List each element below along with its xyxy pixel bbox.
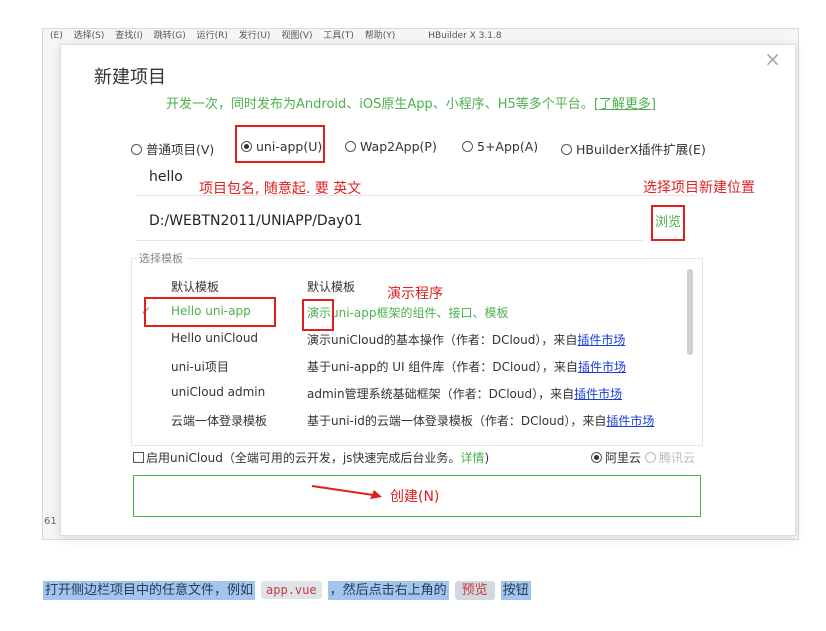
demo-annotation: 演示程序 bbox=[387, 286, 443, 302]
menu-item-select[interactable]: 选择(S) bbox=[74, 28, 105, 41]
close-icon[interactable]: × bbox=[764, 49, 781, 69]
plugin-market-link[interactable]: 插件市场 bbox=[577, 333, 625, 347]
arrow-icon bbox=[311, 485, 382, 499]
template-row[interactable]: uniCloud admin admin管理系统基础框架（作者：DCloud），… bbox=[141, 385, 701, 405]
learn-more-link[interactable]: [了解更多] bbox=[594, 97, 656, 112]
menu-item-edit[interactable]: (E) bbox=[50, 31, 63, 41]
menu-item-goto[interactable]: 跳转(G) bbox=[154, 28, 186, 41]
template-row[interactable]: 云端一体登录模板 基于uni-id的云端一体登录模板（作者：DCloud），来自… bbox=[141, 412, 701, 432]
radio-icon bbox=[462, 141, 473, 152]
gutter-line-number: 61 bbox=[44, 516, 57, 527]
menu-item-help[interactable]: 帮助(Y) bbox=[365, 28, 396, 41]
create-button-label: 创建(N) bbox=[390, 489, 440, 505]
plugin-market-link[interactable]: 插件市场 bbox=[606, 414, 654, 428]
radio-checked-icon bbox=[591, 452, 602, 463]
dialog-subtitle: 开发一次，同时发布为Android、iOS原生App、小程序、H5等多个平台。[… bbox=[166, 93, 656, 112]
browse-button[interactable]: 浏览 bbox=[651, 205, 685, 241]
type-wap2app[interactable]: Wap2App(P) bbox=[345, 139, 437, 154]
code-app-vue: app.vue bbox=[261, 581, 322, 599]
type-normal[interactable]: 普通项目(V) bbox=[131, 139, 214, 158]
path-underline bbox=[137, 240, 643, 241]
menu-item-tools[interactable]: 工具(T) bbox=[323, 28, 354, 41]
details-link[interactable]: 详情 bbox=[460, 451, 484, 465]
plugin-market-link[interactable]: 插件市场 bbox=[574, 387, 622, 401]
code-preview: 预览 bbox=[454, 581, 495, 600]
project-name-input[interactable]: hello bbox=[149, 169, 183, 185]
caption-text-1: 打开侧边栏项目中的任意文件，例如 bbox=[43, 581, 256, 600]
app-title: HBuilder X 3.1.8 bbox=[428, 31, 502, 41]
type-hbuilderx-plugin[interactable]: HBuilderX插件扩展(E) bbox=[561, 139, 706, 158]
annotation-box-demo bbox=[302, 299, 334, 331]
menu-item-view[interactable]: 视图(V) bbox=[281, 28, 312, 41]
menu-item-publish[interactable]: 发行(U) bbox=[239, 28, 271, 41]
location-annotation: 选择项目新建位置 bbox=[643, 180, 755, 196]
radio-icon bbox=[645, 452, 656, 463]
new-project-dialog: × 新建项目 开发一次，同时发布为Android、iOS原生App、小程序、H5… bbox=[60, 44, 796, 536]
annotation-box-hello-uniapp bbox=[144, 297, 276, 327]
type-5plusapp[interactable]: 5+App(A) bbox=[462, 139, 538, 154]
plugin-market-link[interactable]: 插件市场 bbox=[578, 360, 626, 374]
checkbox-icon bbox=[133, 452, 144, 463]
instruction-caption: 打开侧边栏项目中的任意文件，例如 app.vue ，然后点击右上角的 预览 按钮 bbox=[43, 579, 531, 601]
radio-icon bbox=[345, 141, 356, 152]
create-button[interactable]: 创建(N) bbox=[133, 475, 701, 517]
project-path-input[interactable]: D:/WEBTN2011/UNIAPP/Day01 bbox=[149, 213, 362, 229]
unicloud-option[interactable]: 启用uniCloud（全端可用的云开发，js快速完成后台业务。详情) bbox=[133, 449, 489, 466]
template-row[interactable]: Hello uniCloud 演示uniCloud的基本操作（作者：DCloud… bbox=[141, 331, 701, 351]
template-scrollbar[interactable] bbox=[687, 269, 693, 355]
provider-aliyun[interactable]: 阿里云 bbox=[591, 449, 641, 466]
template-row[interactable]: uni-ui项目 基于uni-app的 UI 组件库（作者：DCloud），来自… bbox=[141, 358, 701, 378]
menu-bar: (E) 选择(S) 查找(I) 跳转(G) 运行(R) 发行(U) 视图(V) … bbox=[42, 28, 797, 42]
radio-icon bbox=[561, 144, 572, 155]
template-legend: 选择模板 bbox=[136, 250, 186, 266]
menu-item-find[interactable]: 查找(I) bbox=[115, 28, 143, 41]
provider-tencent[interactable]: 腾讯云 bbox=[645, 449, 695, 466]
name-annotation: 项目包名, 随意起. 要 英文 bbox=[199, 181, 362, 197]
dialog-title: 新建项目 bbox=[94, 67, 166, 88]
annotation-box-uniapp bbox=[235, 125, 325, 163]
menu-item-run[interactable]: 运行(R) bbox=[197, 28, 228, 41]
caption-text-2: ，然后点击右上角的 bbox=[327, 581, 449, 600]
subtitle-text: 开发一次，同时发布为Android、iOS原生App、小程序、H5等多个平台。 bbox=[166, 97, 594, 112]
radio-icon bbox=[131, 144, 142, 155]
caption-text-3: 按钮 bbox=[500, 581, 531, 600]
